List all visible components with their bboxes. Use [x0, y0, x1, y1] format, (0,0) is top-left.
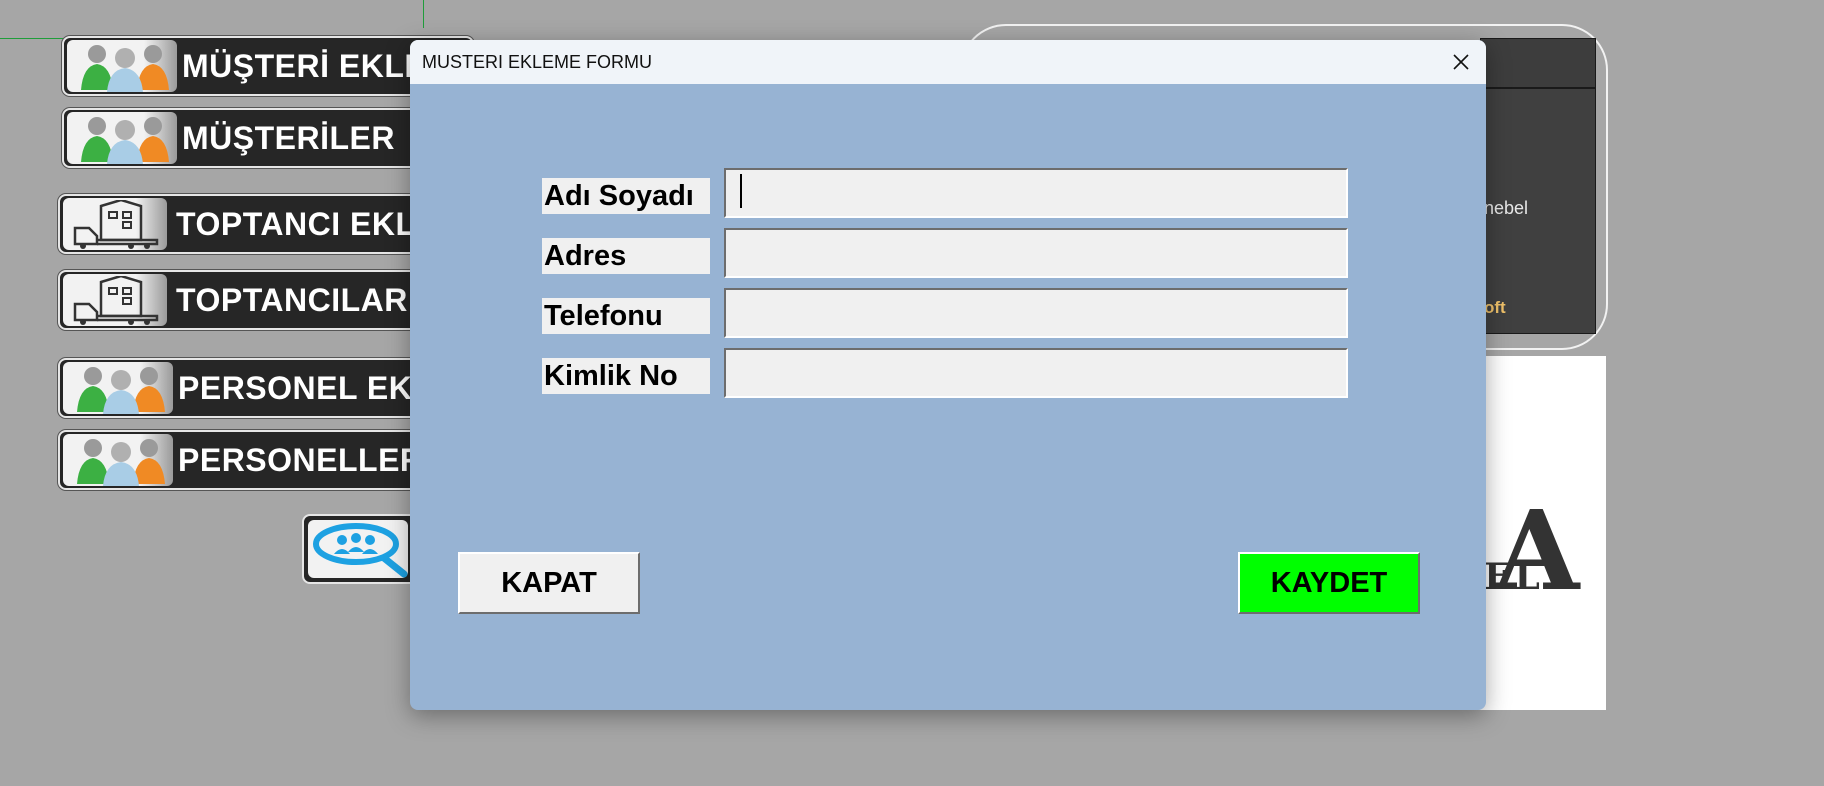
people-icon [63, 434, 173, 486]
customer-add-dialog: MUSTERI EKLEME FORMU Adı Soyadı Adres Te… [410, 40, 1486, 710]
text-cursor [740, 174, 742, 208]
phone-field[interactable] [724, 288, 1348, 338]
menu-item-label: TOPTANCILAR [176, 282, 408, 318]
name-field[interactable] [724, 168, 1348, 218]
logo-subtext: EL [1484, 556, 1543, 598]
people-icon [67, 40, 177, 92]
search-people-icon [308, 520, 408, 578]
sheet-gridline [423, 0, 424, 28]
background-text: nebel [1484, 198, 1529, 218]
menu-item-label: TOPTANCI EKLE [176, 206, 438, 242]
background-info-box [1480, 38, 1596, 334]
close-button[interactable] [1436, 40, 1486, 84]
people-icon [63, 362, 173, 414]
menu-item-label: MÜŞTERİ EKLE [182, 48, 427, 84]
id-number-label: Kimlik No [542, 358, 710, 394]
warehouse-truck-icon [63, 198, 167, 250]
save-button[interactable]: KAYDET [1238, 552, 1420, 614]
background-text: oft [1484, 298, 1506, 317]
search-people-button[interactable] [302, 514, 426, 584]
menu-item-label: MÜŞTERİLER [182, 120, 395, 156]
close-form-button[interactable]: KAPAT [458, 552, 640, 614]
address-field[interactable] [724, 228, 1348, 278]
phone-label: Telefonu [542, 298, 710, 334]
background-info-header [1481, 39, 1595, 89]
people-icon [67, 112, 177, 164]
address-label: Adres [542, 238, 710, 274]
id-number-field[interactable] [724, 348, 1348, 398]
menu-item-label: PERSONELLER [178, 442, 424, 478]
name-label: Adı Soyadı [542, 178, 710, 214]
close-icon [1453, 54, 1469, 70]
warehouse-truck-icon [63, 274, 167, 326]
dialog-title: MUSTERI EKLEME FORMU [422, 52, 653, 72]
dialog-titlebar: MUSTERI EKLEME FORMU [410, 40, 1486, 84]
